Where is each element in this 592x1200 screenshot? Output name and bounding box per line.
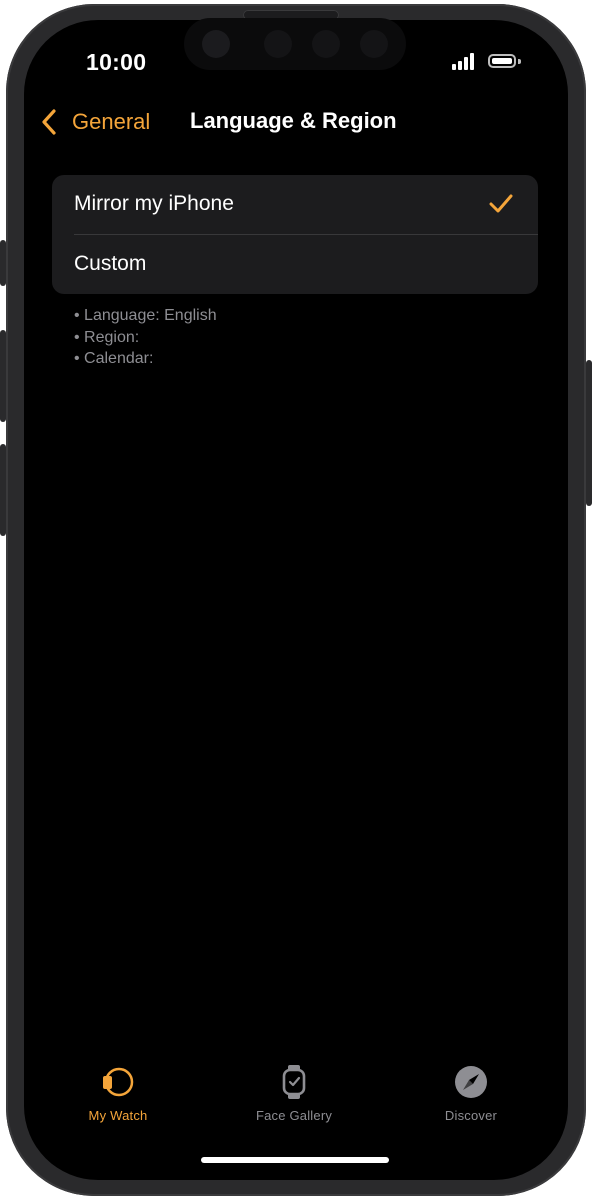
compass-icon [455,1066,487,1098]
sensor [264,30,292,58]
watch-face-icon [282,1065,306,1099]
option-label: Mirror my iPhone [74,192,234,215]
tab-label: Discover [444,1108,498,1123]
tab-discover[interactable]: Discover [396,1064,546,1123]
tab-label: My Watch [88,1108,148,1123]
home-indicator[interactable] [201,1157,389,1163]
language-details: • Language: English • Region: • Calendar… [74,305,217,370]
page-title: Language & Region [190,108,397,133]
language-options-group: Mirror my iPhone Custom [52,175,538,294]
tab-face-gallery[interactable]: Face Gallery [219,1064,369,1123]
tab-label: Face Gallery [255,1108,333,1123]
sensor [360,30,388,58]
option-custom[interactable]: Custom [52,235,538,294]
dynamic-island [184,18,406,70]
status-icons [452,52,532,72]
option-label: Custom [74,252,147,275]
power-button [586,360,592,506]
status-time: 10:00 [86,49,147,75]
tab-my-watch[interactable]: My Watch [43,1064,193,1123]
back-button[interactable]: General [40,106,150,138]
detail-language: • Language: English [74,307,217,324]
watch-icon [103,1067,134,1097]
chevron-left-icon [42,109,56,135]
checkmark-icon [489,194,513,213]
option-mirror-iphone[interactable]: Mirror my iPhone [52,175,538,234]
back-button-label: General [72,109,151,134]
battery-icon [488,54,516,68]
tab-bar: My Watch Face Gallery Discover [0,1064,592,1134]
volume-down-button [0,444,6,536]
detail-calendar: • Calendar: [74,350,154,367]
battery-tip [518,59,521,64]
sensor [312,30,340,58]
front-camera [202,30,230,58]
action-button [0,240,6,286]
volume-up-button [0,330,6,422]
detail-region: • Region: [74,328,140,346]
